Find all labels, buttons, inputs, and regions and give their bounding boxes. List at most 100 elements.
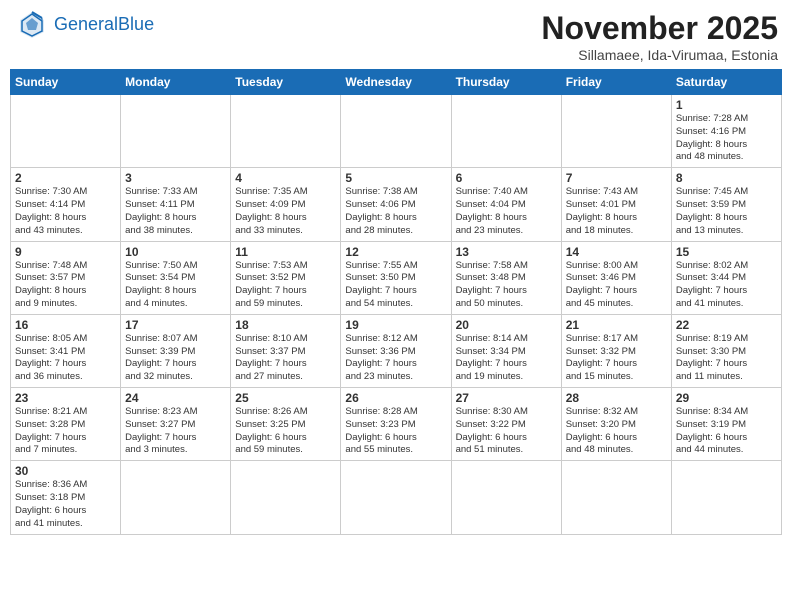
calendar-week-row: 23Sunrise: 8:21 AM Sunset: 3:28 PM Dayli…	[11, 388, 782, 461]
calendar-cell: 3Sunrise: 7:33 AM Sunset: 4:11 PM Daylig…	[121, 168, 231, 241]
day-number: 18	[235, 318, 336, 332]
day-info: Sunrise: 8:17 AM Sunset: 3:32 PM Dayligh…	[566, 333, 667, 384]
day-info: Sunrise: 7:43 AM Sunset: 4:01 PM Dayligh…	[566, 186, 667, 237]
day-info: Sunrise: 8:28 AM Sunset: 3:23 PM Dayligh…	[345, 406, 446, 457]
day-info: Sunrise: 7:50 AM Sunset: 3:54 PM Dayligh…	[125, 260, 226, 311]
day-info: Sunrise: 8:26 AM Sunset: 3:25 PM Dayligh…	[235, 406, 336, 457]
calendar-cell: 2Sunrise: 7:30 AM Sunset: 4:14 PM Daylig…	[11, 168, 121, 241]
logo-text: GeneralBlue	[54, 15, 154, 35]
calendar-cell: 5Sunrise: 7:38 AM Sunset: 4:06 PM Daylig…	[341, 168, 451, 241]
calendar-cell: 15Sunrise: 8:02 AM Sunset: 3:44 PM Dayli…	[671, 241, 781, 314]
calendar-cell	[671, 461, 781, 534]
day-info: Sunrise: 7:35 AM Sunset: 4:09 PM Dayligh…	[235, 186, 336, 237]
day-number: 4	[235, 171, 336, 185]
calendar-cell: 20Sunrise: 8:14 AM Sunset: 3:34 PM Dayli…	[451, 314, 561, 387]
calendar-cell: 4Sunrise: 7:35 AM Sunset: 4:09 PM Daylig…	[231, 168, 341, 241]
day-info: Sunrise: 7:55 AM Sunset: 3:50 PM Dayligh…	[345, 260, 446, 311]
page-header: GeneralBlue November 2025 Sillamaee, Ida…	[10, 10, 782, 63]
logo-icon	[14, 10, 50, 40]
day-info: Sunrise: 8:30 AM Sunset: 3:22 PM Dayligh…	[456, 406, 557, 457]
logo-general: General	[54, 14, 118, 34]
weekday-header-tuesday: Tuesday	[231, 70, 341, 95]
calendar-week-row: 9Sunrise: 7:48 AM Sunset: 3:57 PM Daylig…	[11, 241, 782, 314]
day-info: Sunrise: 8:07 AM Sunset: 3:39 PM Dayligh…	[125, 333, 226, 384]
calendar-cell: 25Sunrise: 8:26 AM Sunset: 3:25 PM Dayli…	[231, 388, 341, 461]
day-info: Sunrise: 8:23 AM Sunset: 3:27 PM Dayligh…	[125, 406, 226, 457]
day-number: 30	[15, 464, 116, 478]
calendar-cell	[231, 461, 341, 534]
calendar-week-row: 1Sunrise: 7:28 AM Sunset: 4:16 PM Daylig…	[11, 95, 782, 168]
calendar-cell: 11Sunrise: 7:53 AM Sunset: 3:52 PM Dayli…	[231, 241, 341, 314]
calendar-cell	[231, 95, 341, 168]
calendar-cell: 30Sunrise: 8:36 AM Sunset: 3:18 PM Dayli…	[11, 461, 121, 534]
day-number: 28	[566, 391, 667, 405]
day-number: 20	[456, 318, 557, 332]
day-number: 11	[235, 245, 336, 259]
day-info: Sunrise: 7:28 AM Sunset: 4:16 PM Dayligh…	[676, 113, 777, 164]
calendar-cell	[561, 95, 671, 168]
calendar-cell: 27Sunrise: 8:30 AM Sunset: 3:22 PM Dayli…	[451, 388, 561, 461]
day-info: Sunrise: 7:48 AM Sunset: 3:57 PM Dayligh…	[15, 260, 116, 311]
weekday-header-row: SundayMondayTuesdayWednesdayThursdayFrid…	[11, 70, 782, 95]
day-number: 27	[456, 391, 557, 405]
day-info: Sunrise: 8:10 AM Sunset: 3:37 PM Dayligh…	[235, 333, 336, 384]
day-info: Sunrise: 8:02 AM Sunset: 3:44 PM Dayligh…	[676, 260, 777, 311]
day-info: Sunrise: 7:53 AM Sunset: 3:52 PM Dayligh…	[235, 260, 336, 311]
calendar-cell: 7Sunrise: 7:43 AM Sunset: 4:01 PM Daylig…	[561, 168, 671, 241]
day-number: 9	[15, 245, 116, 259]
day-number: 5	[345, 171, 446, 185]
calendar-week-row: 30Sunrise: 8:36 AM Sunset: 3:18 PM Dayli…	[11, 461, 782, 534]
weekday-header-wednesday: Wednesday	[341, 70, 451, 95]
day-number: 8	[676, 171, 777, 185]
calendar-cell: 14Sunrise: 8:00 AM Sunset: 3:46 PM Dayli…	[561, 241, 671, 314]
calendar-cell	[451, 95, 561, 168]
day-info: Sunrise: 8:14 AM Sunset: 3:34 PM Dayligh…	[456, 333, 557, 384]
calendar-cell: 17Sunrise: 8:07 AM Sunset: 3:39 PM Dayli…	[121, 314, 231, 387]
day-number: 13	[456, 245, 557, 259]
day-number: 23	[15, 391, 116, 405]
calendar-week-row: 2Sunrise: 7:30 AM Sunset: 4:14 PM Daylig…	[11, 168, 782, 241]
day-number: 26	[345, 391, 446, 405]
day-number: 6	[456, 171, 557, 185]
day-info: Sunrise: 8:05 AM Sunset: 3:41 PM Dayligh…	[15, 333, 116, 384]
calendar-cell: 21Sunrise: 8:17 AM Sunset: 3:32 PM Dayli…	[561, 314, 671, 387]
weekday-header-thursday: Thursday	[451, 70, 561, 95]
calendar-cell: 19Sunrise: 8:12 AM Sunset: 3:36 PM Dayli…	[341, 314, 451, 387]
day-number: 15	[676, 245, 777, 259]
day-info: Sunrise: 7:58 AM Sunset: 3:48 PM Dayligh…	[456, 260, 557, 311]
calendar-cell: 18Sunrise: 8:10 AM Sunset: 3:37 PM Dayli…	[231, 314, 341, 387]
calendar-cell: 24Sunrise: 8:23 AM Sunset: 3:27 PM Dayli…	[121, 388, 231, 461]
day-number: 17	[125, 318, 226, 332]
day-number: 12	[345, 245, 446, 259]
day-info: Sunrise: 7:45 AM Sunset: 3:59 PM Dayligh…	[676, 186, 777, 237]
calendar-cell: 16Sunrise: 8:05 AM Sunset: 3:41 PM Dayli…	[11, 314, 121, 387]
calendar-cell: 28Sunrise: 8:32 AM Sunset: 3:20 PM Dayli…	[561, 388, 671, 461]
calendar-cell: 10Sunrise: 7:50 AM Sunset: 3:54 PM Dayli…	[121, 241, 231, 314]
day-number: 25	[235, 391, 336, 405]
calendar-cell: 22Sunrise: 8:19 AM Sunset: 3:30 PM Dayli…	[671, 314, 781, 387]
day-info: Sunrise: 8:19 AM Sunset: 3:30 PM Dayligh…	[676, 333, 777, 384]
day-info: Sunrise: 8:34 AM Sunset: 3:19 PM Dayligh…	[676, 406, 777, 457]
calendar-cell: 29Sunrise: 8:34 AM Sunset: 3:19 PM Dayli…	[671, 388, 781, 461]
calendar-cell	[341, 95, 451, 168]
calendar-cell	[451, 461, 561, 534]
day-info: Sunrise: 7:40 AM Sunset: 4:04 PM Dayligh…	[456, 186, 557, 237]
day-info: Sunrise: 8:32 AM Sunset: 3:20 PM Dayligh…	[566, 406, 667, 457]
weekday-header-sunday: Sunday	[11, 70, 121, 95]
weekday-header-saturday: Saturday	[671, 70, 781, 95]
calendar-subtitle: Sillamaee, Ida-Virumaa, Estonia	[541, 47, 778, 63]
day-number: 16	[15, 318, 116, 332]
calendar-cell: 13Sunrise: 7:58 AM Sunset: 3:48 PM Dayli…	[451, 241, 561, 314]
calendar-title: November 2025	[541, 10, 778, 47]
logo-blue: Blue	[118, 14, 154, 34]
day-number: 14	[566, 245, 667, 259]
day-number: 3	[125, 171, 226, 185]
weekday-header-friday: Friday	[561, 70, 671, 95]
calendar-table: SundayMondayTuesdayWednesdayThursdayFrid…	[10, 69, 782, 535]
day-info: Sunrise: 8:21 AM Sunset: 3:28 PM Dayligh…	[15, 406, 116, 457]
calendar-cell	[341, 461, 451, 534]
day-info: Sunrise: 7:38 AM Sunset: 4:06 PM Dayligh…	[345, 186, 446, 237]
calendar-cell: 12Sunrise: 7:55 AM Sunset: 3:50 PM Dayli…	[341, 241, 451, 314]
day-info: Sunrise: 7:33 AM Sunset: 4:11 PM Dayligh…	[125, 186, 226, 237]
day-number: 24	[125, 391, 226, 405]
